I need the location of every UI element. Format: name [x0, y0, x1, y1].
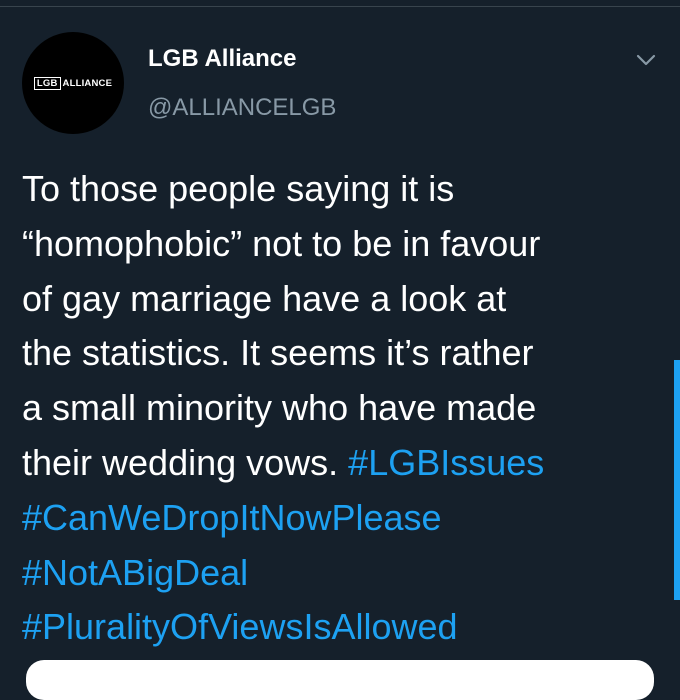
hashtag-link[interactable]: #CanWeDropItNowPlease: [22, 497, 442, 538]
display-name[interactable]: LGB Alliance: [148, 45, 296, 73]
top-divider: [0, 6, 680, 7]
attached-media-card[interactable]: [26, 660, 654, 700]
user-handle[interactable]: @ALLIANCELGB: [148, 94, 336, 122]
logo-box-text: LGB: [33, 76, 61, 90]
logo-text: ALLIANCE: [62, 77, 113, 89]
tweet-line: of gay marriage have a look at: [22, 277, 507, 319]
lgb-alliance-logo: LGB ALLIANCE: [33, 76, 113, 90]
scrollbar[interactable]: [674, 360, 680, 600]
avatar[interactable]: LGB ALLIANCE: [22, 32, 124, 134]
hashtag-link[interactable]: #NotABigDeal: [22, 552, 248, 593]
tweet-line: “homophobic” not to be in favour: [22, 222, 541, 264]
tweet-line: a small minority who have made: [22, 387, 537, 429]
tweet-text: To those people saying it is “homophobic…: [22, 162, 658, 655]
tweet-line: the statistics. It seems it’s rather: [22, 332, 534, 374]
hashtag-link[interactable]: #LGBIssues: [348, 442, 544, 483]
chevron-down-icon[interactable]: [634, 50, 658, 70]
tweet-line: their wedding vows.: [22, 441, 349, 483]
hashtag-link[interactable]: #PluralityOfViewsIsAllowed: [22, 606, 458, 647]
tweet-line: To those people saying it is: [22, 168, 455, 209]
